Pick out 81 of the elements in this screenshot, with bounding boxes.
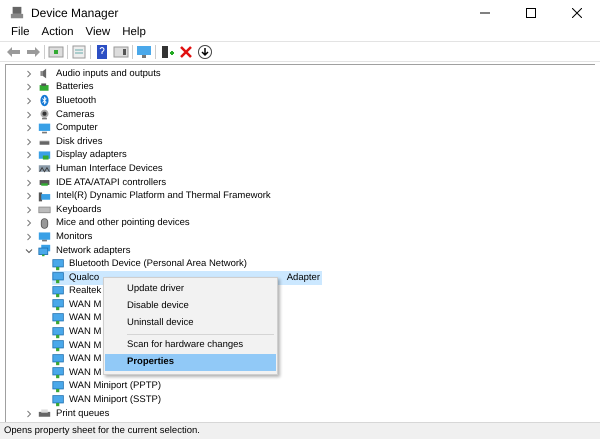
device-row[interactable]: WAN M	[52, 338, 104, 352]
context-menu-item[interactable]: Scan for hardware changes	[105, 337, 276, 354]
tree-item[interactable]: Bluetooth	[56, 94, 96, 107]
menu-item[interactable]: File	[6, 24, 35, 42]
network-adapter-icon	[52, 366, 65, 380]
device-name: WAN M	[69, 340, 102, 352]
device-name: Adapter	[286, 272, 320, 284]
action-pane-icon[interactable]	[113, 44, 129, 60]
expanded-chevron-icon[interactable]	[24, 246, 32, 255]
device-name: WAN M	[69, 326, 102, 338]
device-name: Qualco	[69, 272, 100, 284]
tree-item[interactable]: Audio inputs and outputs	[56, 68, 161, 80]
console-tree-icon[interactable]	[48, 44, 64, 60]
device-name: Bluetooth Device (Personal Area Network)	[69, 258, 247, 270]
tree-item[interactable]: Network adapters	[56, 244, 130, 257]
context-menu-item[interactable]: Uninstall device	[105, 315, 276, 332]
maximize-icon	[526, 8, 536, 18]
tree-item[interactable]: Monitors	[56, 230, 92, 243]
properties-sheet-icon[interactable]	[71, 44, 87, 60]
webcam-icon	[38, 108, 51, 122]
battery-icon	[38, 80, 51, 94]
monitor-icon	[38, 122, 51, 135]
download-circle-icon[interactable]	[197, 44, 213, 60]
network-adapter-icon	[52, 352, 65, 366]
device-row[interactable]: WAN Miniport (SSTP)	[52, 393, 164, 407]
tree-item[interactable]: Mice and other pointing devices	[56, 217, 190, 230]
tree-item[interactable]: Batteries	[56, 81, 94, 94]
tree-item[interactable]: Cameras	[56, 108, 95, 121]
bluetooth-icon	[38, 94, 51, 108]
device-name: WAN Miniport (SSTP)	[69, 394, 162, 406]
tree-item[interactable]: Display adapters	[56, 149, 127, 162]
display-adapter-icon	[38, 148, 51, 162]
collapsed-chevron-icon[interactable]	[24, 410, 32, 418]
device-name: WAN M	[69, 366, 102, 379]
network-adapter-icon	[52, 271, 65, 284]
tree-item[interactable]: Human Interface Devices	[56, 162, 163, 175]
monitor-icon	[38, 230, 51, 244]
device-row[interactable]: WAN M	[52, 352, 104, 366]
network-adapter-icon	[52, 339, 65, 352]
context-menu-item[interactable]: Properties	[105, 354, 276, 371]
tree-item[interactable]: Keyboards	[56, 204, 102, 216]
tree-item[interactable]: Computer	[56, 122, 98, 134]
network-adapter-icon	[52, 284, 65, 298]
add-device-icon[interactable]	[159, 44, 175, 60]
chip-icon	[38, 190, 51, 203]
device-name: WAN M	[69, 312, 102, 324]
status-text: Opens property sheet for the current selection.	[4, 424, 200, 438]
menu-item[interactable]: Action	[36, 24, 78, 42]
network-icon	[38, 244, 51, 258]
network-adapter-icon	[52, 394, 65, 407]
monitor-scan-icon[interactable]	[136, 44, 152, 60]
device-row[interactable]: WAN M	[52, 325, 104, 339]
device-name: Realtek	[69, 285, 102, 298]
device-name: WAN Miniport (PPTP)	[69, 380, 162, 392]
tree-item[interactable]: Disk drives	[56, 136, 102, 148]
network-adapter-icon	[52, 380, 65, 393]
menu-item[interactable]: View	[80, 24, 116, 42]
context-menu-item[interactable]: Update driver	[105, 281, 276, 298]
help-icon[interactable]	[94, 44, 110, 60]
device-row[interactable]: WAN M	[52, 366, 104, 380]
network-adapter-icon	[52, 298, 65, 312]
menu-item[interactable]: Help	[117, 24, 151, 42]
network-adapter-icon	[52, 312, 65, 325]
network-adapter-icon	[52, 258, 65, 271]
device-row[interactable]: Bluetooth Device (Personal Area Network)	[52, 257, 249, 271]
window-title: Device Manager	[31, 4, 118, 22]
device-manager-icon	[10, 6, 24, 20]
device-name: WAN M	[69, 353, 102, 366]
network-adapter-icon	[52, 326, 65, 339]
device-row[interactable]: WAN M	[52, 312, 104, 326]
mouse-icon	[38, 216, 51, 230]
device-name: WAN M	[69, 298, 102, 311]
remove-icon[interactable]	[178, 44, 194, 60]
tree-item[interactable]: IDE ATA/ATAPI controllers	[56, 176, 166, 189]
tree-item[interactable]: Print queues	[56, 408, 110, 420]
context-menu-item[interactable]: Disable device	[105, 298, 276, 315]
device-row[interactable]: WAN Miniport (PPTP)	[52, 380, 164, 394]
device-row[interactable]: Realtek	[52, 284, 104, 298]
tree-item[interactable]: Intel(R) Dynamic Platform and Thermal Framework	[56, 190, 271, 202]
close-icon	[572, 8, 582, 18]
device-row[interactable]: WAN M	[52, 298, 104, 312]
